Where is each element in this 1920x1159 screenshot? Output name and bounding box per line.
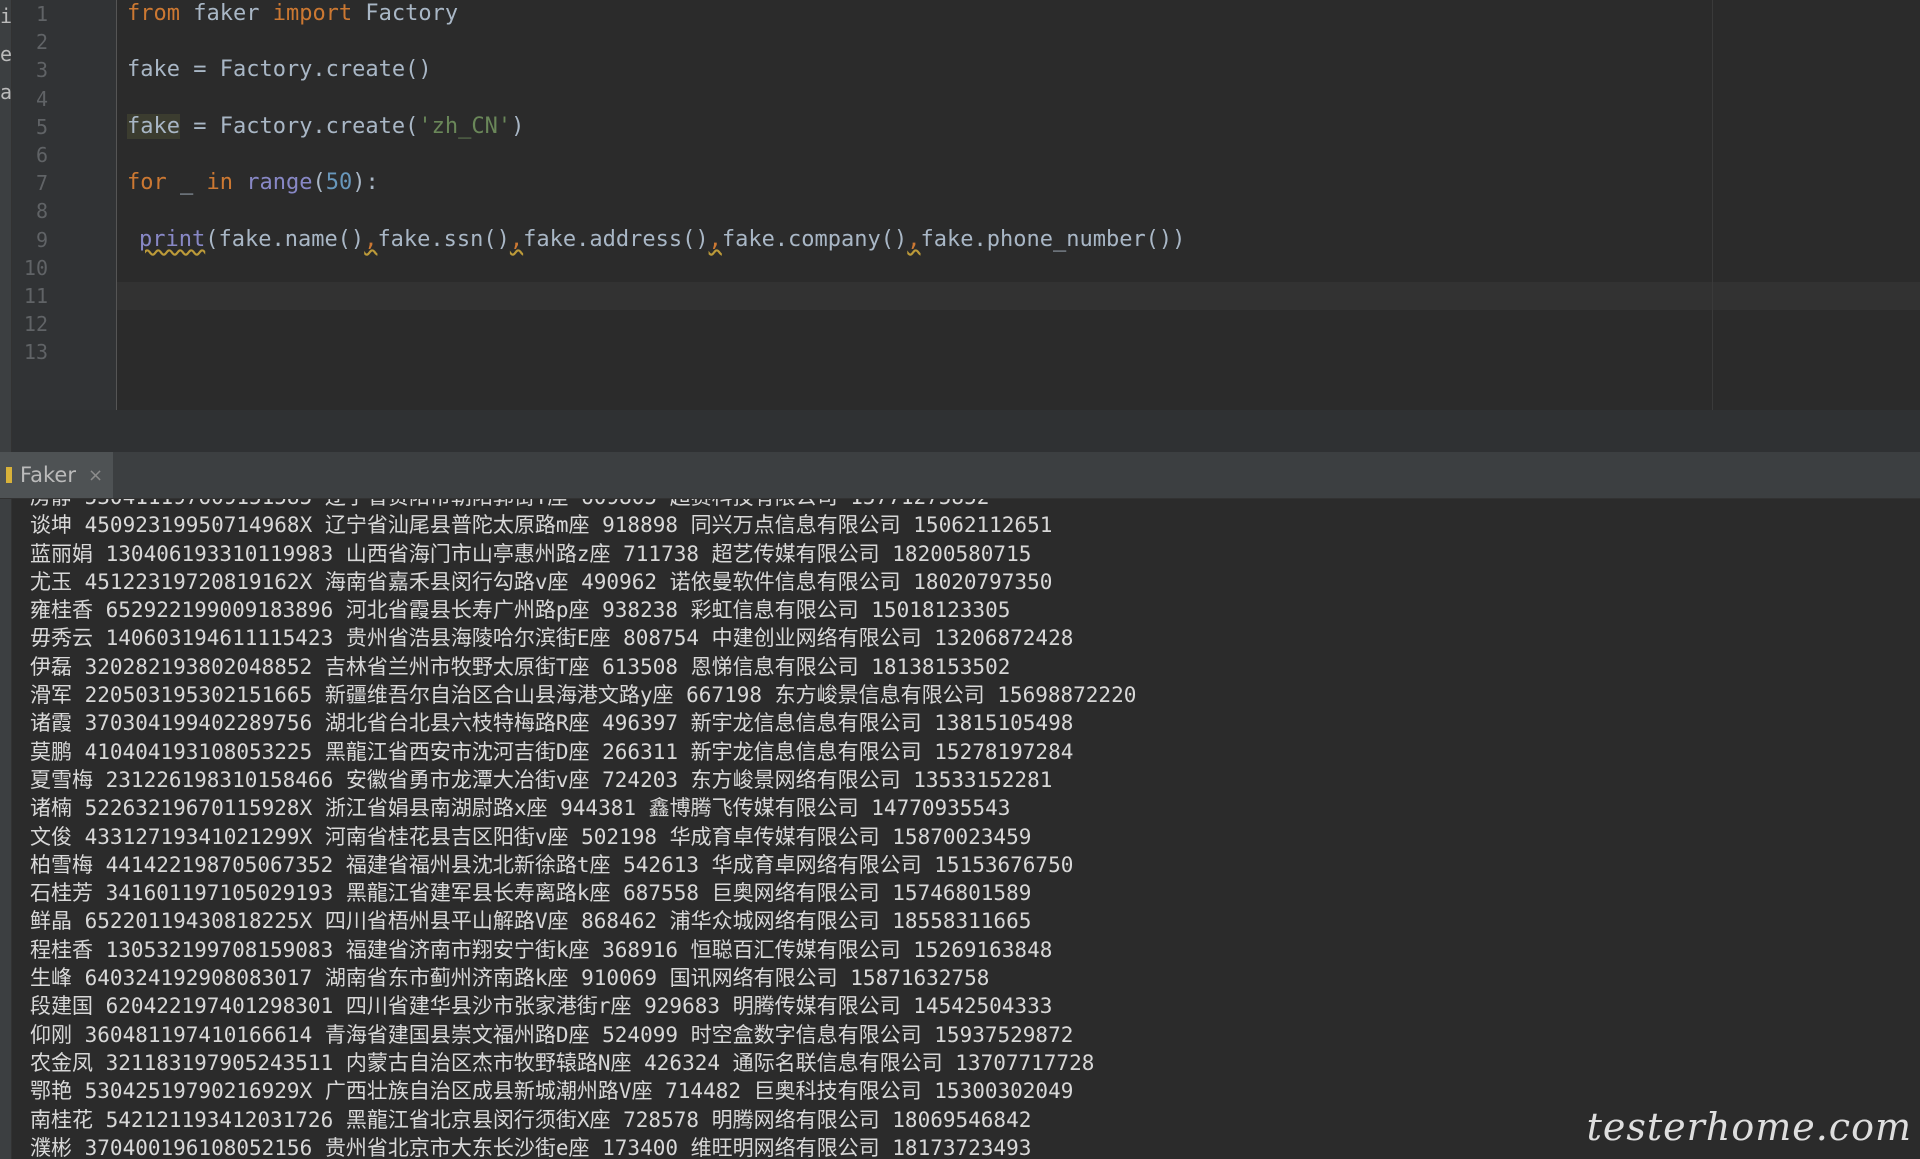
code-text: fake = Factory.create() xyxy=(127,57,432,82)
run-tab-faker[interactable]: Faker × xyxy=(0,452,114,498)
console-output-line: 莫鹏 410404193108053225 黑龍江省西安市沈河吉街D座 2663… xyxy=(30,739,1074,764)
code-text: fake.address() xyxy=(523,227,709,252)
keyword-import: import xyxy=(272,1,353,26)
panel-splitter[interactable] xyxy=(12,410,1920,452)
console-output-line: 程桂香 130532199708159083 福建省济南市翔安宁街k座 3689… xyxy=(30,937,1053,962)
close-icon[interactable]: × xyxy=(88,465,103,486)
console-output-line: 农金凤 321183197905243511 内蒙古自治区杰市牧野辕路N座 42… xyxy=(30,1050,1095,1075)
console-output-line: 石桂芳 341601197105029193 黑龍江省建军县长寿离路k座 687… xyxy=(30,881,1032,906)
line-number: 11 xyxy=(23,284,48,308)
panel-edge-char-2: e xyxy=(0,42,12,66)
code-text: ( xyxy=(312,170,326,195)
panel-edge-char-1: i xyxy=(0,4,12,28)
comma-warning: , xyxy=(907,227,921,252)
builtin-range: range xyxy=(246,170,313,195)
line-number: 8 xyxy=(35,199,48,223)
project-panel-edge[interactable]: i e a xyxy=(0,0,12,1159)
code-text: _ xyxy=(166,170,207,195)
code-text: ): xyxy=(352,170,379,195)
builtin-print: print xyxy=(139,227,206,252)
console-output-line: 段建国 620422197401298301 四川省建华县沙市张家港街r座 92… xyxy=(30,994,1053,1019)
console-output-line: 柏雪梅 441422198705067352 福建省福州县沈北新徐路t座 542… xyxy=(30,852,1074,877)
line-number: 5 xyxy=(35,115,48,139)
line-number: 3 xyxy=(35,58,48,82)
watermark-logo: testerhome.com xyxy=(1586,1105,1912,1149)
line-number: 2 xyxy=(35,30,48,54)
run-tab-label: Faker xyxy=(20,463,76,487)
run-console-output[interactable]: 房静 530411197609151585 辽宁省贵阳市朝阳郭街T座 60980… xyxy=(12,499,1920,1159)
keyword-in: in xyxy=(206,170,234,195)
code-text: ) xyxy=(511,114,525,139)
console-output-line: 生峰 640324192908083017 湖南省东市蓟州济南路k座 91006… xyxy=(30,966,990,991)
line-number: 9 xyxy=(35,228,48,252)
panel-edge-char-3: a xyxy=(0,80,12,104)
run-tab-bar: Faker × xyxy=(0,452,1920,499)
console-output-line: 诸楠 52263219670115928X 浙江省娟县南湖尉路x座 944381… xyxy=(30,796,1011,821)
code-line-7[interactable]: for _ in range(50): xyxy=(127,169,379,197)
console-output-line: 雍桂香 652922199009183896 河北省霞县长寿广州路p座 9382… xyxy=(30,598,1011,623)
comma-warning: , xyxy=(708,227,722,252)
console-output-line: 谈坤 45092319950714968X 辽宁省汕尾县普陀太原路m座 9188… xyxy=(30,513,1053,538)
console-output-line: 文俊 43312719341021299X 河南省桂花县吉区阳街v座 50219… xyxy=(30,824,1032,849)
imported-name: Factory xyxy=(352,1,459,26)
python-run-icon xyxy=(6,467,12,483)
code-text: = Factory.create( xyxy=(179,114,419,139)
console-output-line: 滑军 220503195302151665 新疆维吾尔自治区合山县海港文路y座 … xyxy=(30,683,1137,708)
line-number: 13 xyxy=(23,340,48,364)
console-output-line: 毋秀云 140603194611115423 贵州省浩县海陵哈尔滨街E座 808… xyxy=(30,626,1074,651)
right-margin-guide xyxy=(1712,0,1713,410)
line-number: 4 xyxy=(35,87,48,111)
number-literal: 50 xyxy=(325,170,353,195)
line-number: 10 xyxy=(23,256,48,280)
line-number: 1 xyxy=(35,2,48,26)
line-number: 12 xyxy=(23,312,48,336)
line-number: 6 xyxy=(35,143,48,167)
console-output-line: 房静 530411197609151585 辽宁省贵阳市朝阳郭街T座 60980… xyxy=(30,499,1136,511)
code-line-5[interactable]: fake = Factory.create('zh_CN') xyxy=(127,113,524,141)
keyword-for: for xyxy=(127,170,167,195)
console-output-line: 夏雪梅 231226198310158466 安徽省勇市龙潭大冶街v座 7242… xyxy=(30,767,1053,792)
console-output-line: 尤玉 45122319720819162X 海南省嘉禾县闵行勾路v座 49096… xyxy=(30,569,1053,594)
console-output-line: 仰刚 360481197410166614 青海省建国县崇文福州路D座 5240… xyxy=(30,1022,1074,1047)
code-text: fake.phone_number()) xyxy=(920,227,1186,252)
console-output-line: 鄂艳 53042519790216929X 广西壮族自治区成县新城潮州路V座 7… xyxy=(30,1079,1074,1104)
console-lines: 房静 530411197609151585 辽宁省贵阳市朝阳郭街T座 60980… xyxy=(30,499,1136,1159)
console-output-line: 南桂花 542121193412031726 黑龍江省北京县闵行须街X座 728… xyxy=(30,1107,1032,1132)
console-output-line: 鲜晶 65220119430818225X 四川省梧州县平山解路V座 86846… xyxy=(30,909,1032,934)
current-line-highlight xyxy=(117,282,1920,310)
console-output-line: 蓝丽娟 130406193310119983 山西省海门市山亭惠州路z座 711… xyxy=(30,541,1032,566)
code-editor[interactable]: 1 2 3 4 5 6 7 8 9 10 11 12 13 from faker… xyxy=(12,0,1920,410)
highlighted-variable: fake xyxy=(127,114,180,139)
code-text: fake.ssn() xyxy=(377,227,510,252)
string-literal: 'zh_CN' xyxy=(418,114,512,139)
module-name: faker xyxy=(179,1,273,26)
code-line-9[interactable]: print(fake.name(),fake.ssn(),fake.addres… xyxy=(139,226,1185,254)
console-output-line: 伊磊 320282193802048852 吉林省兰州市牧野太原街T座 6135… xyxy=(30,654,1011,679)
code-line-3[interactable]: fake = Factory.create() xyxy=(127,56,432,84)
console-output-line: 濮彬 370400196108052156 贵州省北京市大东长沙街e座 1734… xyxy=(30,1135,1032,1159)
code-line-1[interactable]: from faker import Factory xyxy=(127,0,458,28)
comma-warning: , xyxy=(364,227,378,252)
keyword-from: from xyxy=(127,1,180,26)
code-text: fake.company() xyxy=(721,227,908,252)
comma-warning: , xyxy=(509,227,524,252)
line-number-gutter[interactable]: 1 2 3 4 5 6 7 8 9 10 11 12 13 xyxy=(12,0,117,410)
console-output-line: 诸霞 370304199402289756 湖北省台北县六枝特梅路R座 4963… xyxy=(30,711,1074,736)
line-number: 7 xyxy=(35,171,48,195)
code-text: (fake.name() xyxy=(205,227,365,252)
